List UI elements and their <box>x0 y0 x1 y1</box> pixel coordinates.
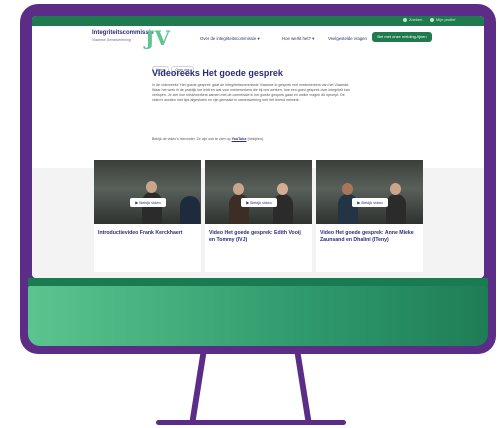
person-figure <box>180 196 200 224</box>
video-title[interactable]: Video Het goede gesprek: Edith Vooij en … <box>209 230 307 244</box>
search-icon[interactable] <box>403 18 407 22</box>
video-title[interactable]: Introductievideo Frank Kerckhaert <box>98 230 196 237</box>
person-head <box>342 183 353 195</box>
stand-base <box>156 420 346 425</box>
monitor-chin <box>28 286 488 346</box>
nav-label: Over de integriteitscommissie <box>200 36 257 41</box>
play-label: Bekijk video <box>361 200 383 205</box>
nav-item-hoe[interactable]: Hoe werkt het? ▾ <box>282 36 314 42</box>
play-label: Bekijk video <box>250 200 272 205</box>
intro-text: In de videoreeks 'Het goede gesprek' gaa… <box>152 83 350 102</box>
more-end: (bekijken). <box>247 137 265 141</box>
user-icon[interactable] <box>430 18 434 22</box>
monitor-screen: Zoeken Mijn profiel Integriteitscommissi… <box>32 16 484 278</box>
nav-item-over[interactable]: Over de integriteitscommissie ▾ <box>200 36 260 42</box>
logo-mark-text: JV <box>145 26 170 50</box>
nav-label: Hoe werkt het? <box>282 36 311 41</box>
monitor-frame: Zoeken Mijn profiel Integriteitscommissi… <box>20 4 496 354</box>
video-card[interactable]: ▶ Bekijk video Introductievideo Frank Ke… <box>94 160 201 272</box>
site-header: Integriteitscommissie Vlaamse Dienstverl… <box>32 26 484 66</box>
person-head <box>390 183 401 195</box>
video-thumbnail[interactable]: ▶ Bekijk video <box>94 160 201 224</box>
play-video-button[interactable]: ▶ Bekijk video <box>241 198 277 207</box>
page-title: Videoreeks Het goede gesprek <box>152 68 283 78</box>
more-text: Bekijk de video's hieronder. Ze zijn ook… <box>152 137 352 141</box>
person-head <box>277 183 288 195</box>
top-utility-bar: Zoeken Mijn profiel <box>32 16 484 26</box>
play-label: Bekijk video <box>139 200 161 205</box>
cta-button[interactable]: Bel met onze melding-lijnen <box>372 32 432 42</box>
play-video-button[interactable]: ▶ Bekijk video <box>130 198 166 207</box>
logo-mark[interactable]: JV <box>145 26 170 50</box>
person-head <box>233 183 244 195</box>
nav-item-faq[interactable]: Veelgestelde vragen <box>328 36 367 41</box>
video-thumbnail[interactable]: ▶ Bekijk video <box>205 160 312 224</box>
person-head <box>146 181 157 193</box>
video-title[interactable]: Video Het goede gesprek: Anne Mieke Zaun… <box>320 230 418 244</box>
screen-bottom-bezel <box>28 278 488 286</box>
more-label: Bekijk de video's hieronder. Ze zijn ook… <box>152 137 231 141</box>
stand-leg-right <box>294 352 312 422</box>
video-card[interactable]: ▶ Bekijk video Video Het goede gesprek: … <box>205 160 312 272</box>
video-card[interactable]: ▶ Bekijk video Video Het goede gesprek: … <box>316 160 423 272</box>
nav-label: Veelgestelde vragen <box>328 36 367 41</box>
logo-subtitle: Vlaamse Dienstverlening <box>92 38 131 42</box>
stand-leg-left <box>189 352 207 422</box>
person-figure <box>386 194 406 224</box>
video-thumbnail[interactable]: ▶ Bekijk video <box>316 160 423 224</box>
search-link[interactable]: Zoeken <box>409 17 422 22</box>
youtube-link[interactable]: YouTube <box>232 137 247 141</box>
play-video-button[interactable]: ▶ Bekijk video <box>352 198 388 207</box>
profile-link[interactable]: Mijn profiel <box>436 17 455 22</box>
person-figure <box>142 192 162 224</box>
